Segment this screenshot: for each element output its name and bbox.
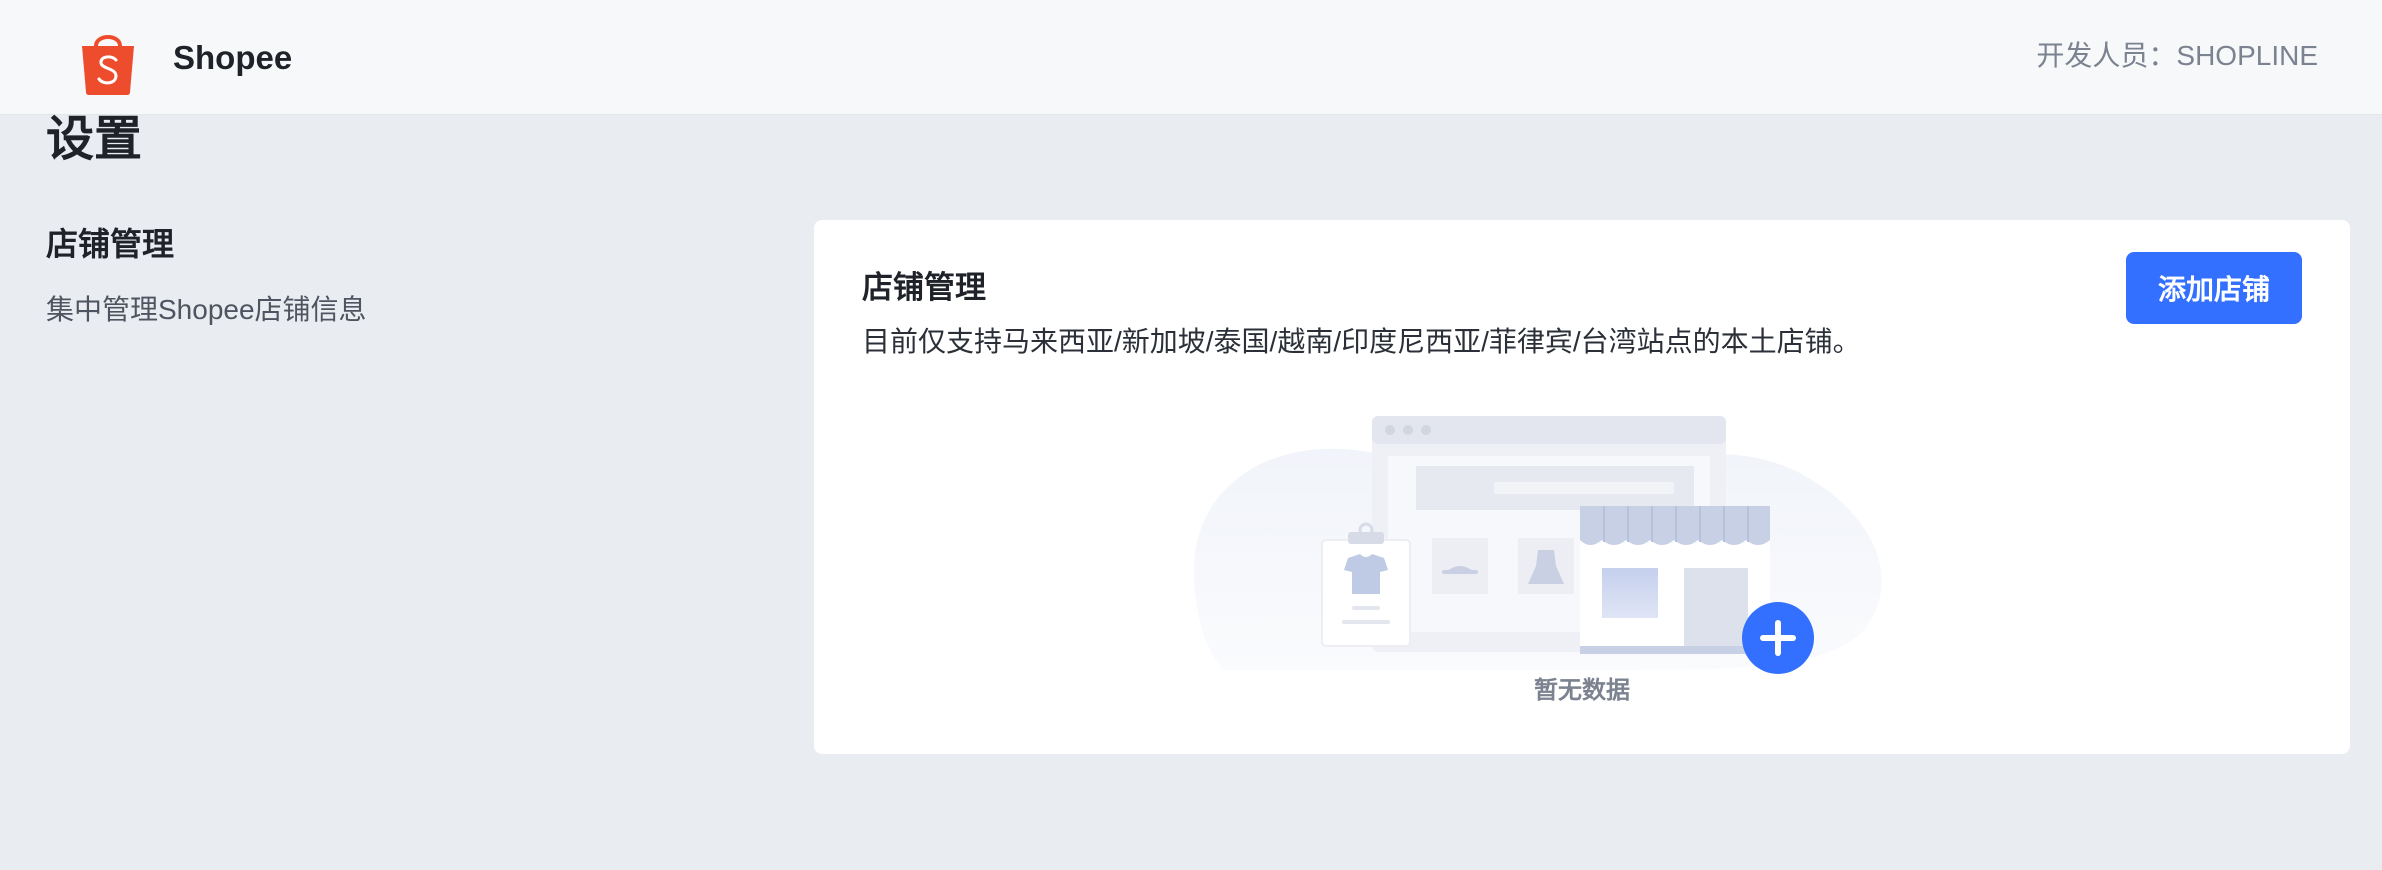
- brand-name: Shopee: [173, 39, 293, 76]
- card-title: 店铺管理: [862, 270, 986, 305]
- section-title: 店铺管理: [46, 226, 175, 262]
- store-management-card: 店铺管理 目前仅支持马来西亚/新加坡/泰国/越南/印度尼西亚/菲律宾/台湾站点的…: [814, 220, 2350, 754]
- page-title: 设置: [46, 113, 143, 166]
- card-description: 目前仅支持马来西亚/新加坡/泰国/越南/印度尼西亚/菲律宾/台湾站点的本土店铺。: [862, 326, 1861, 357]
- developer-info: 开发人员：SHOPLINE: [2036, 40, 2318, 71]
- add-store-button[interactable]: 添加店铺: [2126, 252, 2302, 324]
- empty-state-text: 暂无数据: [1534, 677, 1630, 704]
- empty-store-illustration: [1194, 416, 1882, 674]
- top-header: Shopee 开发人员：SHOPLINE: [0, 0, 2382, 115]
- section-description: 集中管理Shopee店铺信息: [46, 294, 367, 325]
- shopee-logo-icon: [82, 35, 134, 95]
